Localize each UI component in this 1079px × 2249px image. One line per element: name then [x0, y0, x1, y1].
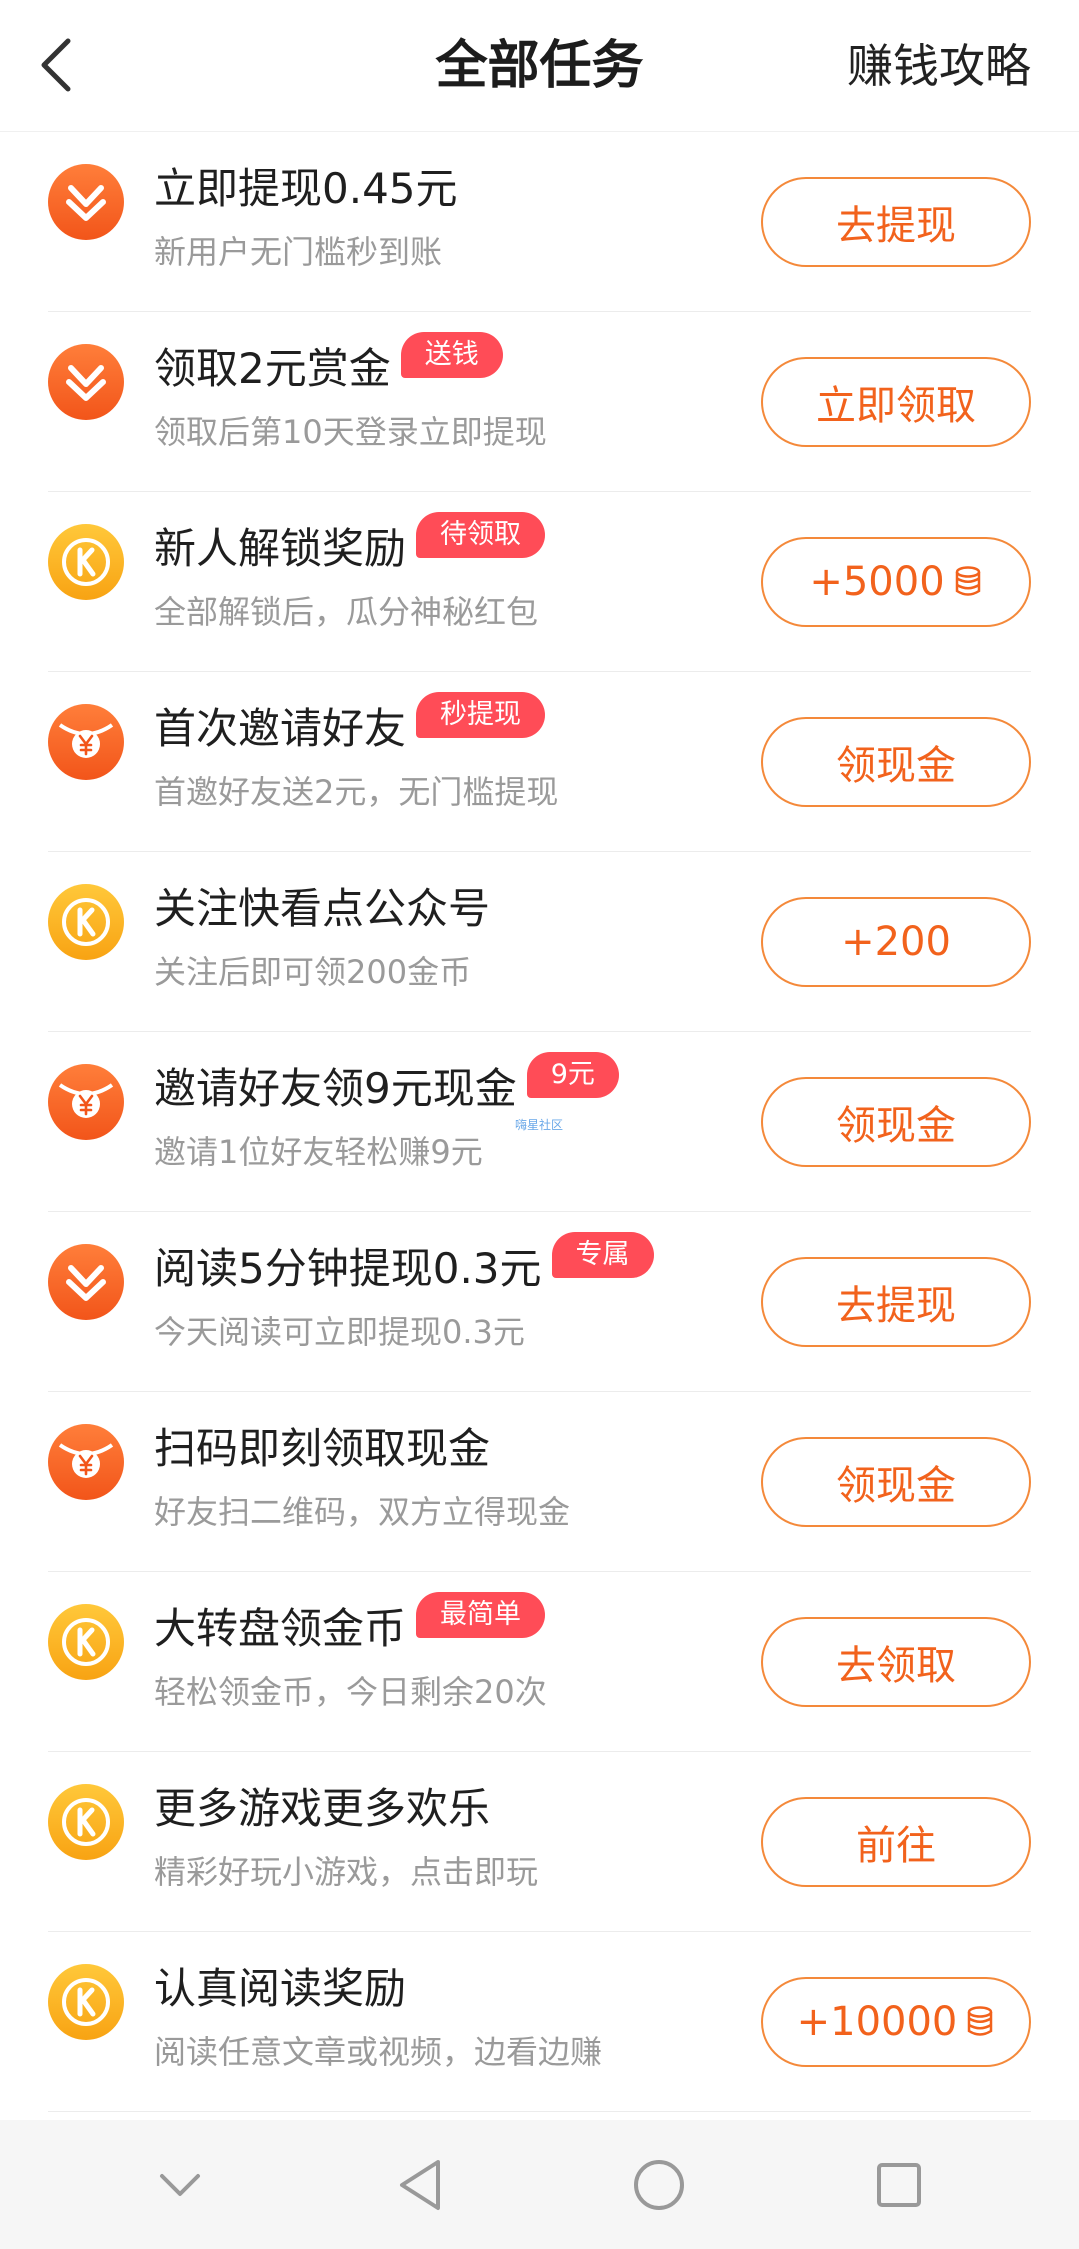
task-description: 精彩好玩小游戏，点击即玩: [154, 1853, 539, 1891]
task-description: 首邀好友送2元，无门槛提现: [154, 773, 559, 811]
task-title: 扫码即刻领取现金: [154, 1424, 491, 1473]
coin-stack-icon: [953, 565, 983, 599]
task-row: 扫码即刻领取现金好友扫二维码，双方立得现金 领现金: [0, 1392, 1079, 1572]
task-action-label: +5000: [809, 559, 945, 605]
task-action-label: 立即领取: [816, 383, 976, 429]
earn-guide-link[interactable]: 赚钱攻略: [847, 38, 1031, 94]
task-row: 更多游戏更多欢乐精彩好玩小游戏，点击即玩 前往: [0, 1752, 1079, 1932]
task-title-group: 立即提现0.45元: [154, 162, 458, 216]
task-description: 领取后第10天登录立即提现: [154, 413, 547, 451]
chevron-down-icon: [159, 2173, 200, 2196]
task-action-button[interactable]: +200: [761, 897, 1031, 987]
withdraw-heart-icon: [48, 344, 124, 420]
home-circle-icon: [634, 2159, 685, 2210]
task-title-group: 新人解锁奖励 待领取: [154, 512, 546, 576]
k-coin-icon: [48, 524, 124, 600]
task-title-group: 更多游戏更多欢乐: [154, 1782, 490, 1836]
task-title: 新人解锁奖励: [154, 524, 407, 573]
task-title-group: 大转盘领金币 最简单: [154, 1592, 546, 1656]
task-title-group: 扫码即刻领取现金: [154, 1422, 490, 1476]
task-description: 新用户无门槛秒到账: [154, 233, 443, 271]
task-title: 立即提现0.45元: [154, 164, 458, 213]
task-badge: 专属: [551, 1232, 654, 1278]
task-title: 更多游戏更多欢乐: [154, 1784, 491, 1833]
task-title: 认真阅读奖励: [154, 1964, 407, 2013]
task-action-button[interactable]: 领现金: [761, 1437, 1031, 1527]
recents-square-icon: [877, 2162, 922, 2207]
task-title: 大转盘领金币: [154, 1604, 407, 1653]
task-title-group: 邀请好友领9元现金 9元: [154, 1052, 619, 1116]
task-description: 阅读任意文章或视频，边看边赚: [154, 2033, 603, 2071]
task-description: 好友扫二维码，双方立得现金: [154, 1493, 571, 1531]
back-triangle-icon: [399, 2159, 440, 2210]
task-action-label: 领现金: [836, 1463, 956, 1509]
task-title: 阅读5分钟提现0.3元: [154, 1244, 542, 1293]
task-description: 今天阅读可立即提现0.3元: [154, 1313, 525, 1351]
task-action-button[interactable]: 领现金: [761, 717, 1031, 807]
nav-back-button[interactable]: [380, 2145, 460, 2225]
k-coin-icon: [48, 1604, 124, 1680]
task-row: 新人解锁奖励 待领取全部解锁后，瓜分神秘红包 +5000: [0, 492, 1079, 672]
task-action-label: 前往: [856, 1823, 936, 1869]
yuan-envelope-icon: [48, 1064, 124, 1140]
task-action-button[interactable]: 领现金: [761, 1077, 1031, 1167]
task-action-label: 去提现: [836, 1283, 956, 1329]
task-action-button[interactable]: 前往: [761, 1797, 1031, 1887]
task-title: 首次邀请好友: [154, 704, 407, 753]
nav-collapse-button[interactable]: [140, 2145, 220, 2225]
nav-home-button[interactable]: [619, 2145, 699, 2225]
task-description: 关注后即可领200金币: [154, 953, 472, 991]
task-title-group: 领取2元赏金 送钱: [154, 332, 503, 396]
task-action-button[interactable]: 去提现: [761, 177, 1031, 267]
withdraw-heart-icon: [48, 164, 124, 240]
task-description: 全部解锁后，瓜分神秘红包: [154, 593, 539, 631]
task-row: 首次邀请好友 秒提现首邀好友送2元，无门槛提现 领现金: [0, 672, 1079, 852]
task-badge: 秒提现: [416, 692, 546, 738]
coin-stack-icon: [965, 2005, 995, 2039]
task-action-label: 去领取: [836, 1643, 956, 1689]
header-bar: 全部任务 赚钱攻略: [0, 0, 1079, 132]
system-navbar: [0, 2120, 1079, 2249]
nav-recents-button[interactable]: [859, 2145, 939, 2225]
task-action-button[interactable]: 去领取: [761, 1617, 1031, 1707]
task-action-button[interactable]: 立即领取: [761, 357, 1031, 447]
task-action-label: +200: [841, 919, 951, 965]
task-badge: 9元: [526, 1052, 619, 1098]
task-row: 立即提现0.45元新用户无门槛秒到账 去提现: [0, 132, 1079, 312]
task-action-button[interactable]: 去提现: [761, 1257, 1031, 1347]
task-title-group: 认真阅读奖励: [154, 1962, 406, 2016]
task-title: 关注快看点公众号: [154, 884, 491, 933]
task-title: 领取2元赏金: [154, 344, 391, 393]
task-description: 邀请1位好友轻松赚9元: [154, 1133, 483, 1171]
task-action-label: 去提现: [836, 203, 956, 249]
task-action-button[interactable]: +5000: [761, 537, 1031, 627]
yuan-envelope-icon: [48, 704, 124, 780]
task-action-label: 领现金: [836, 743, 956, 789]
yuan-envelope-icon: [48, 1424, 124, 1500]
task-badge: 最简单: [416, 1592, 546, 1638]
task-title-group: 关注快看点公众号: [154, 882, 490, 936]
task-row: 领取2元赏金 送钱领取后第10天登录立即提现 立即领取: [0, 312, 1079, 492]
k-coin-icon: [48, 1964, 124, 2040]
withdraw-heart-icon: [48, 1244, 124, 1320]
task-description: 轻松领金币，今日剩余20次: [154, 1673, 547, 1711]
task-action-label: +10000: [796, 1999, 958, 2045]
watermark-text: 嗨星社区: [515, 1118, 564, 1132]
task-row: 关注快看点公众号关注后即可领200金币 +200: [0, 852, 1079, 1032]
task-row: 阅读5分钟提现0.3元 专属 今天阅读可立即提现0.3元 去提现: [0, 1212, 1079, 1392]
task-title-group: 首次邀请好友 秒提现: [154, 692, 546, 756]
task-action-label: 领现金: [836, 1103, 956, 1149]
task-action-button[interactable]: +10000: [761, 1977, 1031, 2067]
task-row: 认真阅读奖励阅读任意文章或视频，边看边赚 +10000: [0, 1932, 1079, 2112]
task-row: 大转盘领金币 最简单轻松领金币，今日剩余20次 去领取: [0, 1572, 1079, 1752]
k-coin-icon: [48, 884, 124, 960]
task-title: 邀请好友领9元现金: [154, 1064, 517, 1113]
task-badge: 送钱: [400, 332, 503, 378]
task-title-group: 阅读5分钟提现0.3元 专属: [154, 1232, 654, 1296]
k-coin-icon: [48, 1784, 124, 1860]
task-badge: 待领取: [416, 512, 546, 558]
